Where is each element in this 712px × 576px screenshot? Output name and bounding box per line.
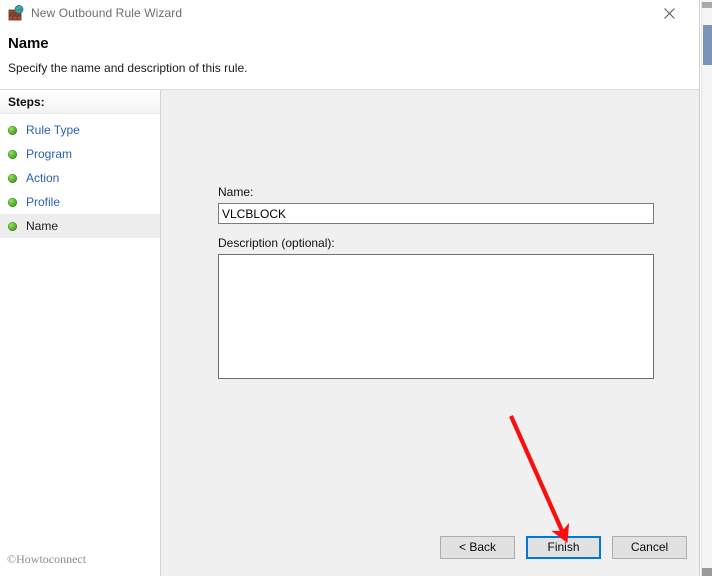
dialog-button-row: < Back Finish Cancel [440, 536, 687, 559]
description-textarea[interactable] [218, 254, 654, 379]
scrollbar-up-arrow-icon[interactable] [702, 2, 712, 8]
steps-heading: Steps: [0, 90, 160, 114]
sidebar-item-rule-type[interactable]: Rule Type [0, 118, 160, 142]
sidebar-item-label: Name [26, 219, 59, 233]
green-dot-icon [8, 221, 17, 231]
sidebar-item-label: Rule Type [26, 123, 80, 137]
close-button[interactable] [647, 0, 691, 26]
sidebar-item-program[interactable]: Program [0, 142, 160, 166]
cancel-button[interactable]: Cancel [612, 536, 687, 559]
wizard-window: New Outbound Rule Wizard Name Specify th… [0, 0, 700, 576]
content-pane: Name: Description (optional): < Back Fin… [161, 90, 699, 576]
finish-button[interactable]: Finish [526, 536, 601, 559]
name-label: Name: [218, 185, 254, 199]
page-title: Name [8, 35, 49, 52]
steps-sidebar: Steps: Rule Type Program Action Profile [0, 90, 161, 576]
green-dot-icon [8, 197, 17, 207]
sidebar-item-label: Action [26, 171, 60, 185]
close-icon [663, 7, 675, 19]
page-header: Name Specify the name and description of… [0, 26, 699, 89]
scrollbar-down-arrow-icon[interactable] [702, 568, 712, 576]
name-field-block: Name: [218, 185, 654, 224]
description-field-block: Description (optional): [218, 236, 654, 384]
watermark: ©Howtoconnect [7, 552, 87, 566]
sidebar-item-label: Profile [26, 195, 61, 209]
page-scrollbar[interactable] [701, 0, 712, 576]
green-dot-icon [8, 125, 17, 135]
steps-list: Rule Type Program Action Profile Name [0, 114, 160, 238]
description-label: Description (optional): [218, 236, 335, 250]
sidebar-item-label: Program [26, 147, 73, 161]
body-area: Steps: Rule Type Program Action Profile [0, 89, 699, 576]
window-title: New Outbound Rule Wizard [31, 6, 183, 20]
green-dot-icon [8, 149, 17, 159]
back-button[interactable]: < Back [440, 536, 515, 559]
green-dot-icon [8, 173, 17, 183]
page-subtitle: Specify the name and description of this… [8, 61, 248, 75]
firewall-globe-icon [8, 5, 24, 21]
scrollbar-thumb[interactable] [703, 25, 712, 65]
titlebar: New Outbound Rule Wizard [0, 0, 699, 26]
sidebar-item-action[interactable]: Action [0, 166, 160, 190]
sidebar-item-profile[interactable]: Profile [0, 190, 160, 214]
name-input[interactable] [218, 203, 654, 224]
sidebar-item-name[interactable]: Name [0, 214, 160, 238]
